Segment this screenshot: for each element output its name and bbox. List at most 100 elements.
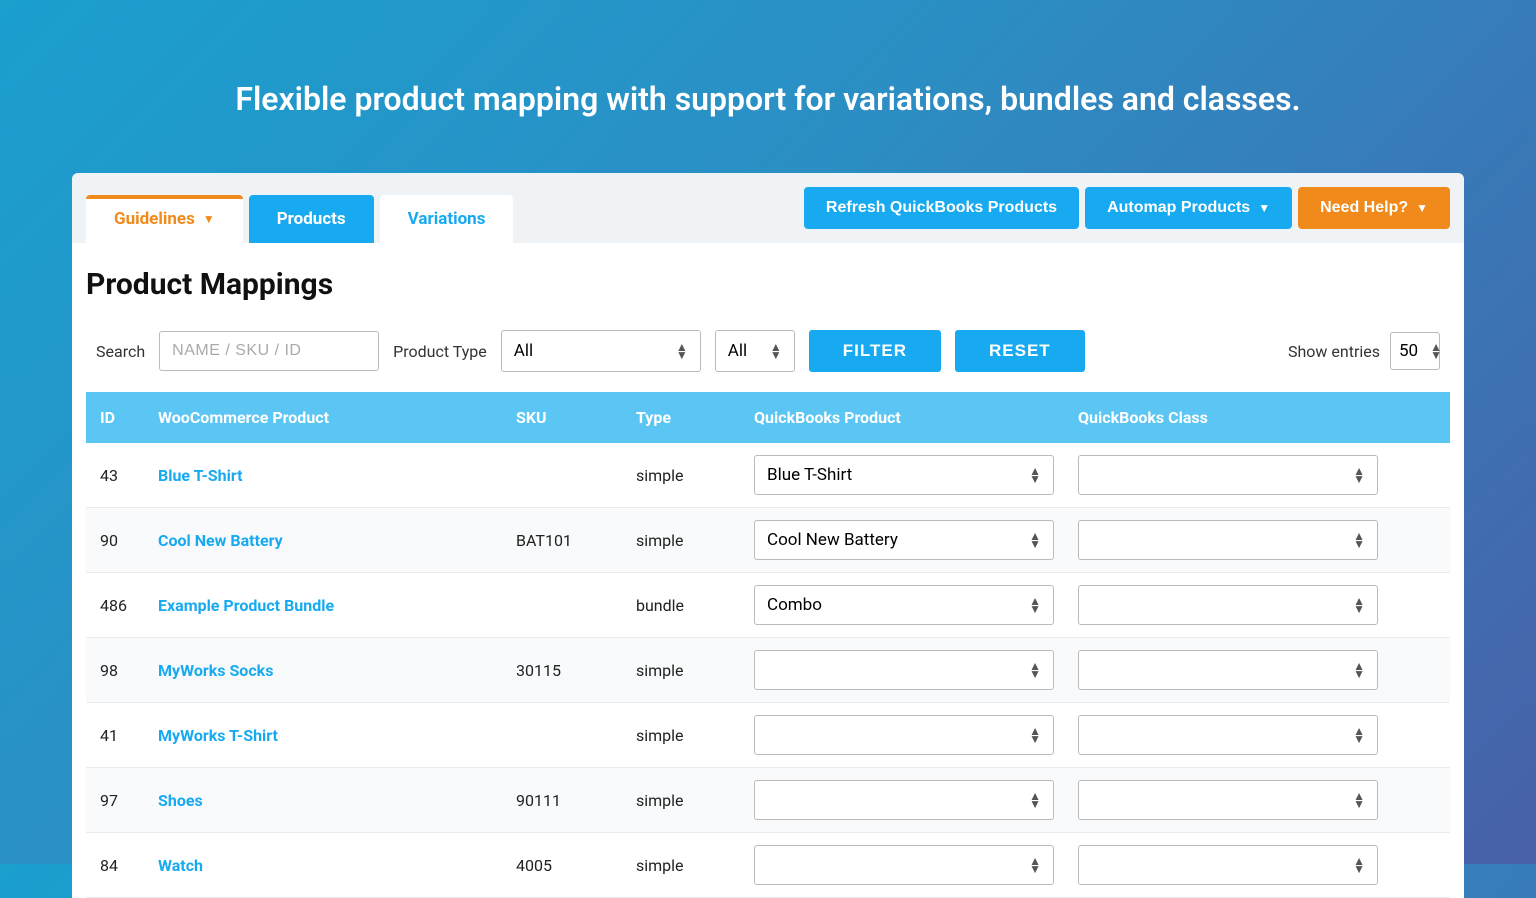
sort-icon: ▲▼: [1029, 727, 1041, 743]
cell-id: 486: [100, 596, 158, 615]
table-row: 43Blue T-ShirtsimpleBlue T-Shirt▲▼▲▼: [86, 443, 1450, 508]
tab-products[interactable]: Products: [249, 195, 374, 243]
reset-button[interactable]: RESET: [955, 330, 1085, 372]
cell-product: Blue T-Shirt: [158, 466, 516, 485]
cell-type: simple: [636, 791, 754, 810]
table-row: 84Watch 4005simple ▲▼ ▲▼: [86, 833, 1450, 898]
cell-product: Shoes: [158, 791, 516, 810]
qb-class-select[interactable]: ▲▼: [1078, 585, 1378, 625]
secondary-select[interactable]: All ▲▼: [715, 330, 795, 372]
cell-type: simple: [636, 531, 754, 550]
cell-type: simple: [636, 466, 754, 485]
qb-class-select[interactable]: ▲▼: [1078, 715, 1378, 755]
hero-title: Flexible product mapping with support fo…: [0, 0, 1536, 173]
automap-button[interactable]: Automap Products ▼: [1085, 187, 1292, 229]
sort-icon: ▲▼: [1430, 343, 1442, 359]
cell-qb-product: Cool New Battery▲▼: [754, 520, 1078, 560]
product-link[interactable]: Cool New Battery: [158, 531, 283, 550]
col-type: Type: [636, 408, 754, 427]
filter-bar: Search Product Type All ▲▼ All ▲▼ FILTER…: [86, 330, 1450, 392]
cell-id: 43: [100, 466, 158, 485]
cell-id: 97: [100, 791, 158, 810]
search-label: Search: [96, 342, 145, 361]
qb-class-select[interactable]: ▲▼: [1078, 650, 1378, 690]
help-button[interactable]: Need Help? ▼: [1298, 187, 1450, 229]
show-entries-select[interactable]: 50 ▲▼: [1390, 332, 1440, 370]
qb-product-value: Cool New Battery: [767, 530, 898, 550]
secondary-value: All: [728, 341, 747, 361]
product-link[interactable]: MyWorks T-Shirt: [158, 726, 278, 745]
cell-qb-class: ▲▼: [1078, 520, 1436, 560]
tab-variations[interactable]: Variations: [380, 195, 514, 243]
show-entries-label: Show entries: [1288, 342, 1380, 361]
product-link[interactable]: MyWorks Socks: [158, 661, 273, 680]
cell-sku: 4005: [516, 856, 636, 875]
sort-icon: ▲▼: [1029, 467, 1041, 483]
col-qb-product: QuickBooks Product: [754, 408, 1078, 427]
qb-class-select[interactable]: ▲▼: [1078, 520, 1378, 560]
table-header: ID WooCommerce Product SKU Type QuickBoo…: [86, 392, 1450, 443]
topbar: Guidelines ▼ Products Variations Refresh…: [72, 173, 1464, 243]
sort-icon: ▲▼: [1029, 597, 1041, 613]
chevron-down-icon: ▼: [1258, 201, 1270, 215]
cell-type: simple: [636, 856, 754, 875]
table-row: 41MyWorks T-Shirtsimple▲▼▲▼: [86, 703, 1450, 768]
sort-icon: ▲▼: [1029, 857, 1041, 873]
cell-qb-product: ▲▼: [754, 780, 1078, 820]
sort-icon: ▲▼: [1029, 792, 1041, 808]
product-link[interactable]: Shoes: [158, 791, 203, 810]
refresh-button[interactable]: Refresh QuickBooks Products: [804, 187, 1079, 229]
qb-class-select[interactable]: ▲▼: [1078, 780, 1378, 820]
qb-product-select[interactable]: Blue T-Shirt ▲▼: [754, 455, 1054, 495]
help-button-label: Need Help?: [1320, 199, 1408, 217]
automap-button-label: Automap Products: [1107, 199, 1250, 217]
product-link[interactable]: Blue T-Shirt: [158, 466, 243, 485]
product-type-select[interactable]: All ▲▼: [501, 330, 701, 372]
tab-guidelines[interactable]: Guidelines ▼: [86, 195, 243, 243]
sort-icon: ▲▼: [1353, 467, 1365, 483]
tab-products-label: Products: [277, 209, 346, 229]
col-product: WooCommerce Product: [158, 408, 516, 427]
col-sku: SKU: [516, 408, 636, 427]
qb-product-select[interactable]: Cool New Battery▲▼: [754, 520, 1054, 560]
qb-product-select[interactable]: Combo ▲▼: [754, 585, 1054, 625]
table-row: 97Shoes90111simple▲▼▲▼: [86, 768, 1450, 833]
sort-icon: ▲▼: [1353, 532, 1365, 548]
cell-product: MyWorks T-Shirt: [158, 726, 516, 745]
sort-icon: ▲▼: [1029, 662, 1041, 678]
qb-product-select[interactable]: ▲▼: [754, 780, 1054, 820]
product-link[interactable]: Example Product Bundle: [158, 596, 334, 615]
qb-product-value: Blue T-Shirt: [767, 465, 852, 485]
cell-id: 41: [100, 726, 158, 745]
tab-guidelines-label: Guidelines: [114, 209, 195, 229]
cell-id: 84: [100, 856, 158, 875]
table-row: 98MyWorks Socks30115simple▲▼▲▼: [86, 638, 1450, 703]
qb-class-select[interactable]: ▲▼: [1078, 845, 1378, 885]
cell-qb-class: ▲▼: [1078, 845, 1436, 885]
col-id: ID: [100, 408, 158, 427]
sort-icon: ▲▼: [770, 343, 782, 359]
cell-product: Watch: [158, 856, 516, 875]
product-link[interactable]: Watch: [158, 856, 203, 875]
chevron-down-icon: ▼: [203, 212, 215, 226]
qb-product-select[interactable]: ▲▼: [754, 650, 1054, 690]
filter-button[interactable]: FILTER: [809, 330, 941, 372]
qb-product-select[interactable]: ▲▼: [754, 845, 1054, 885]
qb-product-select[interactable]: ▲▼: [754, 715, 1054, 755]
cell-qb-product: ▲▼: [754, 650, 1078, 690]
qb-product-value: Combo: [767, 595, 822, 615]
main-panel: Guidelines ▼ Products Variations Refresh…: [72, 173, 1464, 898]
cell-qb-class: ▲▼: [1078, 715, 1436, 755]
cell-id: 98: [100, 661, 158, 680]
refresh-button-label: Refresh QuickBooks Products: [826, 199, 1057, 217]
cell-qb-class: ▲▼: [1078, 455, 1436, 495]
cell-qb-product: ▲▼: [754, 845, 1078, 885]
content: Product Mappings Search Product Type All…: [72, 243, 1464, 898]
search-input[interactable]: [159, 331, 379, 371]
sort-icon: ▲▼: [1353, 857, 1365, 873]
cell-qb-product: Blue T-Shirt ▲▼: [754, 455, 1078, 495]
table-row: 486Example Product BundlebundleCombo▲▼▲▼: [86, 573, 1450, 638]
table-row: 90Cool New BatteryBAT101simpleCool New B…: [86, 508, 1450, 573]
qb-class-select[interactable]: ▲▼: [1078, 455, 1378, 495]
product-type-value: All: [514, 341, 533, 361]
